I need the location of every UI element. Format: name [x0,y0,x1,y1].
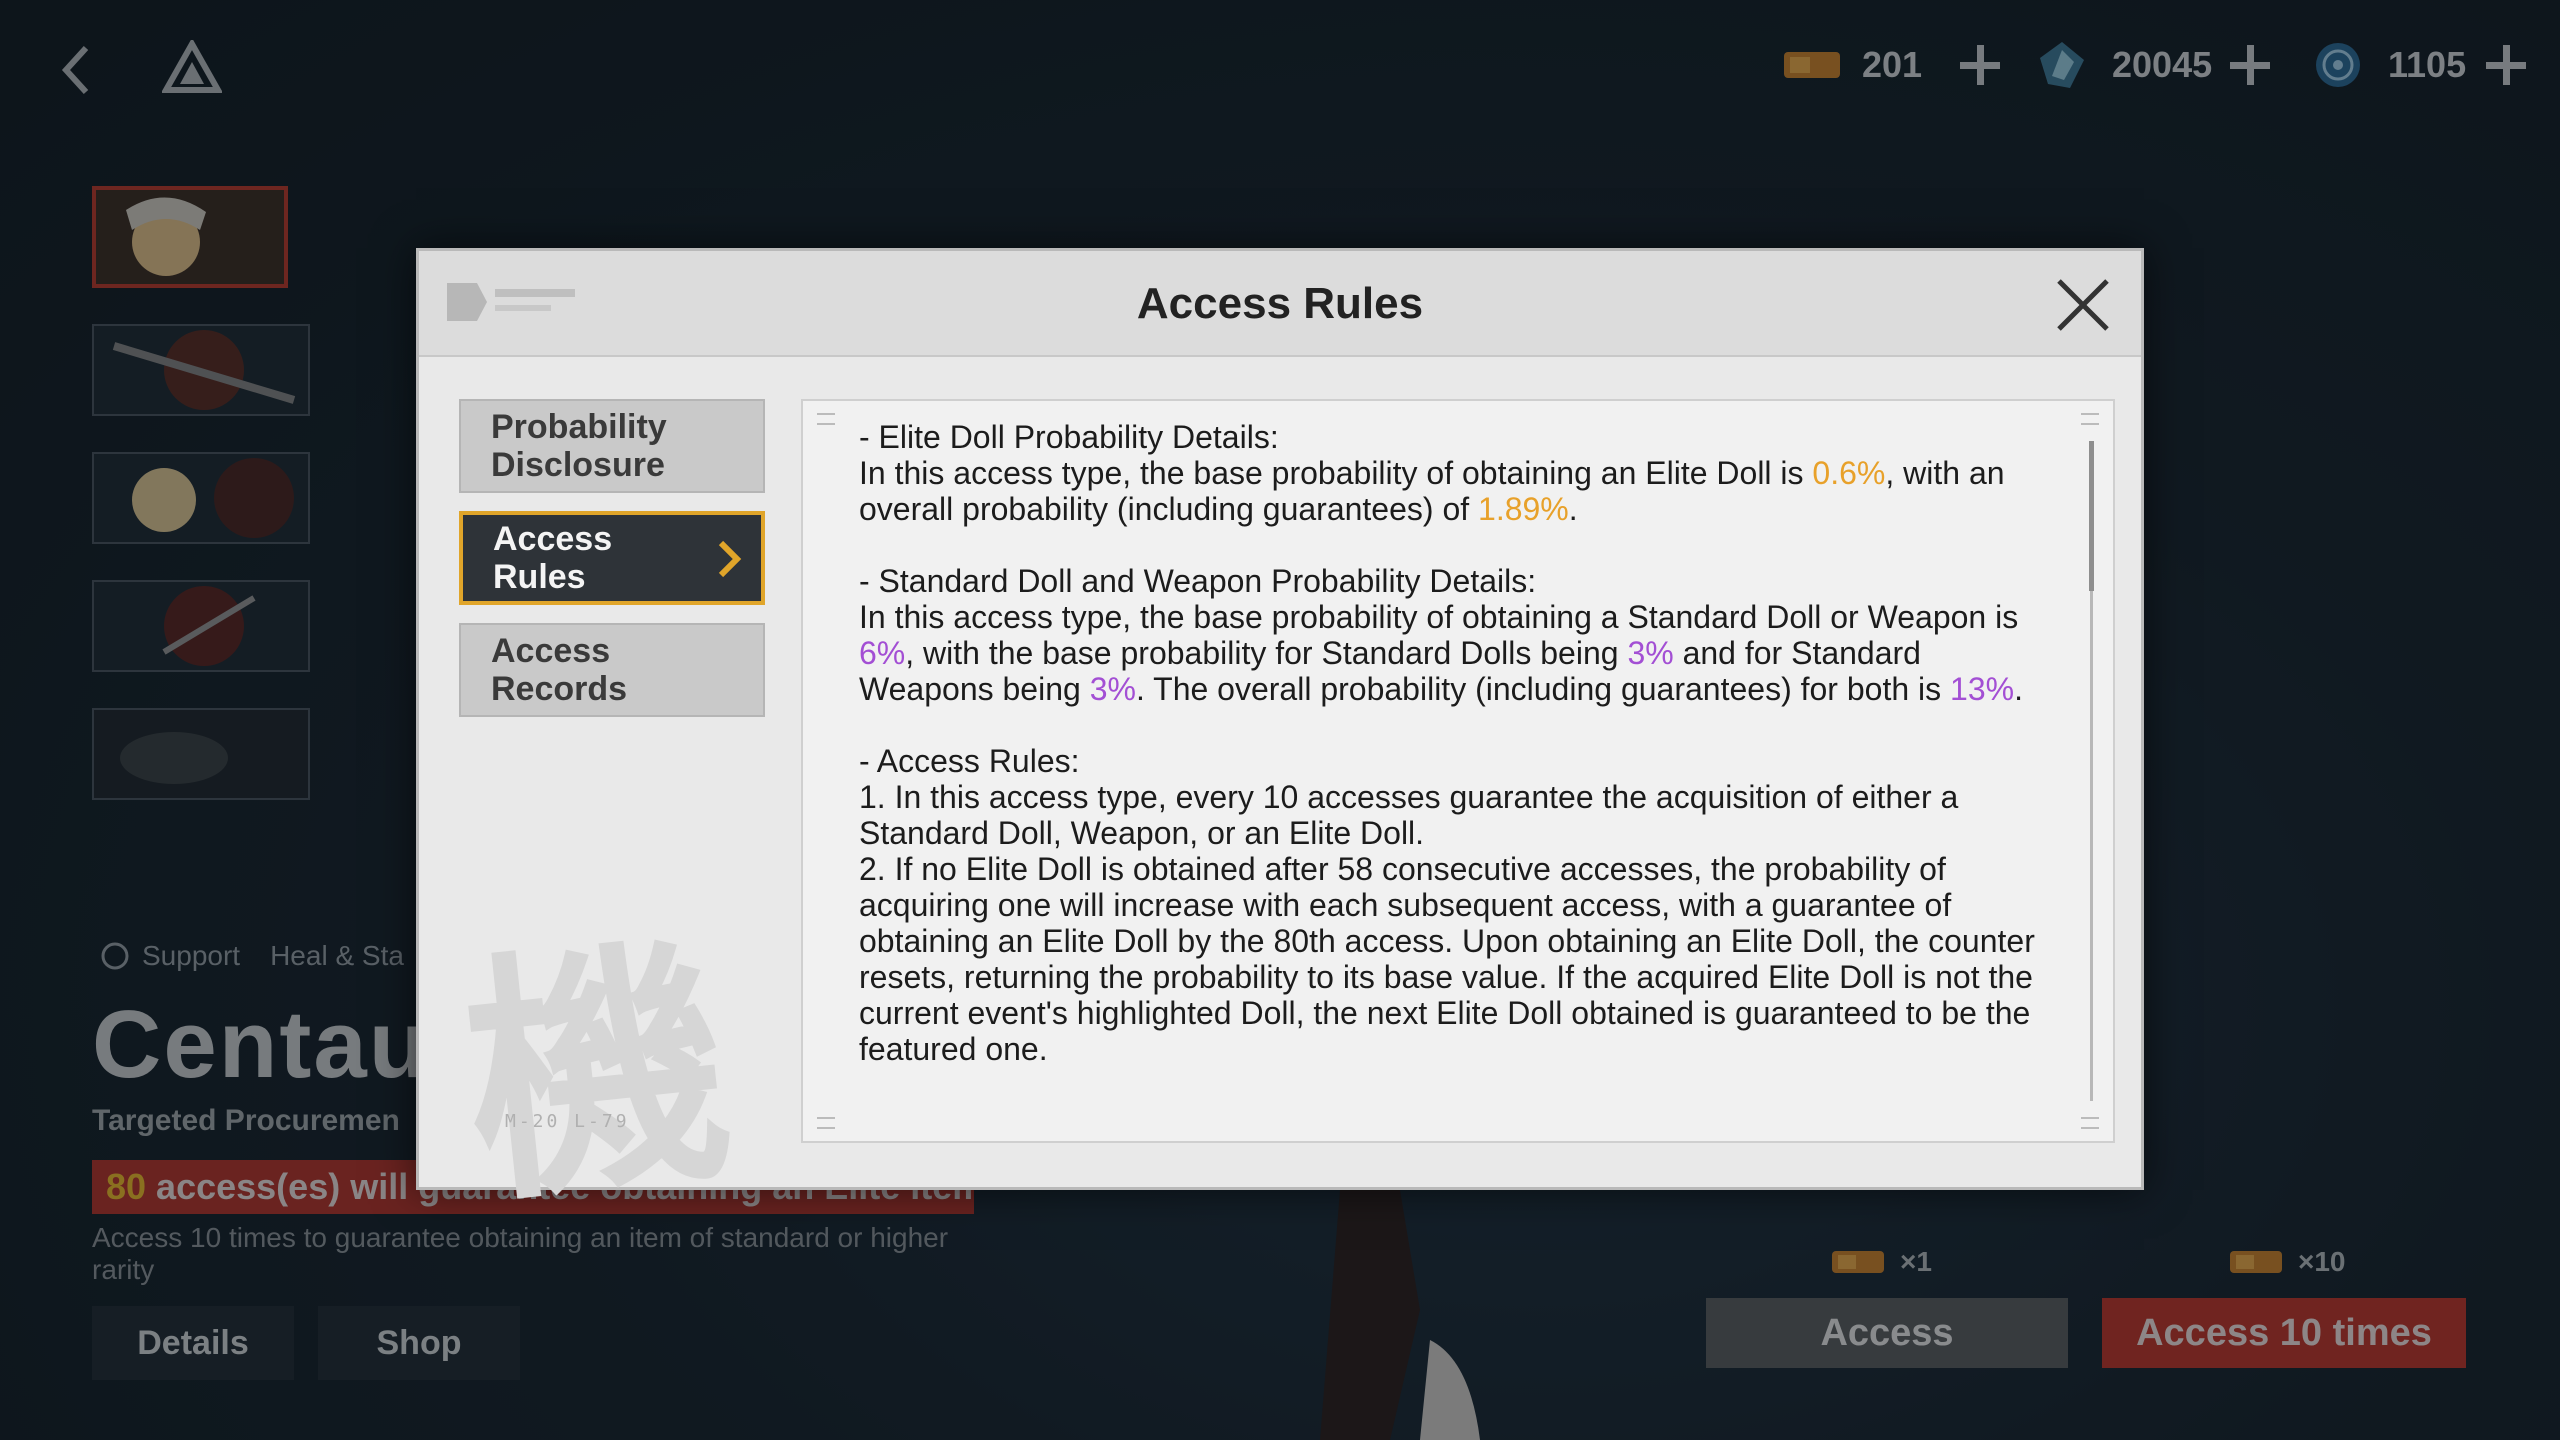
elite-text: In this access type, the base probabilit… [859,455,1813,491]
corner-mark [2081,1117,2099,1129]
tab-access-rules[interactable]: Access Rules [459,511,765,605]
standard-doll-rate: 3% [1627,635,1674,671]
rule-1: 1. In this access type, every 10 accesse… [859,779,1959,851]
rules-heading: - Access Rules: [859,743,1080,779]
tab-probability-disclosure[interactable]: Probability Disclosure [459,399,765,493]
tab-access-rules-label: Access Rules [493,520,613,596]
chevron-right-icon [718,540,742,578]
standard-text: . [2014,671,2023,707]
dialog-title: Access Rules [1136,279,1424,328]
corner-mark [817,1117,835,1129]
access-rules-section: - Access Rules: 1. In this access type, … [859,743,2049,1067]
elite-heading: - Elite Doll Probability Details: [859,419,1279,455]
standard-base-rate: 6% [859,635,906,671]
rules-side-nav: Probability Disclosure Access Rules Acce… [459,399,769,735]
dialog-header: Access Rules [419,251,2141,357]
standard-text: In this access type, the base probabilit… [859,599,2019,635]
elite-overall-rate: 1.89% [1478,491,1569,527]
decorative-kanji: 機 [452,909,743,1240]
standard-text: . The overall probability (including gua… [1135,671,1951,707]
tab-probability-label: Probability Disclosure [491,408,667,484]
standard-weapon-rate: 3% [1089,671,1136,707]
elite-base-rate: 0.6% [1812,455,1886,491]
close-icon[interactable] [2055,277,2111,333]
access-rules-dialog: Access Rules Probability Disclosure Acce… [416,248,2144,1240]
corner-mark [817,413,835,425]
standard-heading: - Standard Doll and Weapon Probability D… [859,563,1537,599]
standard-overall-rate: 13% [1950,671,2015,707]
scrollbar-thumb[interactable] [2089,441,2094,591]
elite-text: . [1568,491,1578,527]
standard-text: , with the base probability for Standard… [905,635,1628,671]
elite-section: - Elite Doll Probability Details: In thi… [859,419,2049,527]
rule-2: 2. If no Elite Doll is obtained after 58… [859,851,2035,1067]
corner-mark [2081,413,2099,425]
tab-access-records-label: Access Records [491,632,628,708]
standard-section: - Standard Doll and Weapon Probability D… [859,563,2049,707]
tab-access-records[interactable]: Access Records [459,623,765,717]
rules-content-panel: - Elite Doll Probability Details: In thi… [801,399,2115,1143]
decorative-serial: M-20 L-79 [505,1111,630,1132]
rules-text: - Elite Doll Probability Details: In thi… [859,419,2049,1119]
content-scrollbar[interactable] [2089,441,2094,1101]
